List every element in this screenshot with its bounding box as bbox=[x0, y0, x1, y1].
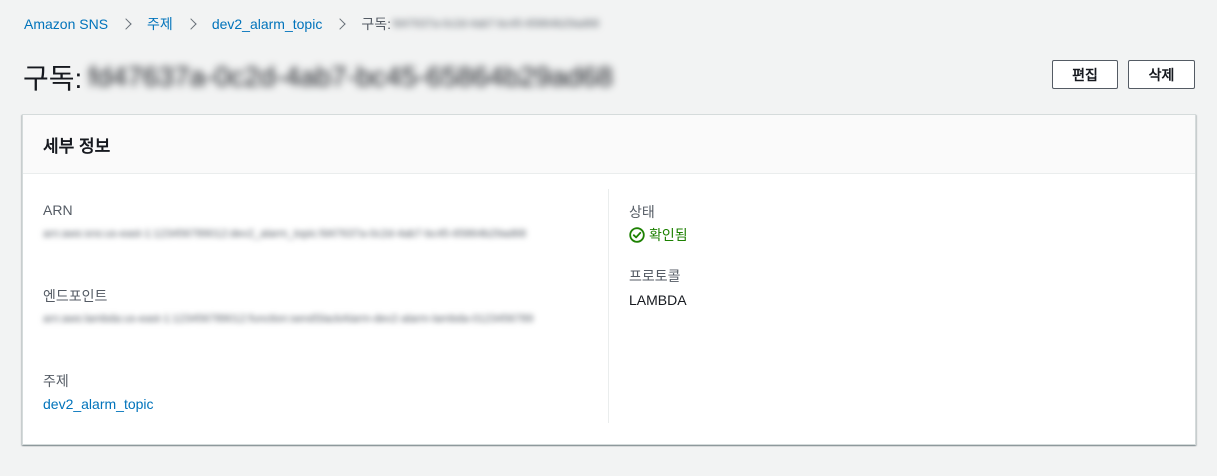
chevron-right-icon bbox=[185, 18, 197, 30]
details-panel: 세부 정보 ARN arn:aws:sns:us-east-1:12345678… bbox=[22, 114, 1196, 445]
column-divider bbox=[608, 189, 609, 423]
breadcrumb-topic-name[interactable]: dev2_alarm_topic bbox=[212, 16, 323, 32]
delete-button[interactable]: 삭제 bbox=[1128, 60, 1195, 89]
page-title: 구독: fd47637a-0c2d-4ab7-bc45-65864b29ad68 bbox=[23, 57, 613, 97]
edit-button[interactable]: 편집 bbox=[1052, 60, 1118, 89]
details-panel-body: ARN arn:aws:sns:us-east-1:123456789012:d… bbox=[23, 174, 1195, 444]
endpoint-label: 엔드포인트 bbox=[43, 288, 108, 304]
arn-value: arn:aws:sns:us-east-1:123456789012:dev2_… bbox=[43, 228, 527, 240]
arn-label: ARN bbox=[43, 202, 73, 218]
page-title-subscription-id: fd47637a-0c2d-4ab7-bc45-65864b29ad68 bbox=[88, 61, 613, 92]
status-label: 상태 bbox=[629, 204, 655, 220]
details-panel-header: 세부 정보 bbox=[23, 115, 1195, 174]
breadcrumb-topics[interactable]: 주제 bbox=[147, 14, 173, 34]
endpoint-value: arn:aws:lambda:us-east-1:123456789012:fu… bbox=[43, 313, 534, 325]
status-text: 확인됨 bbox=[649, 227, 688, 243]
status-value: 확인됨 bbox=[629, 225, 688, 245]
topic-link[interactable]: dev2_alarm_topic bbox=[43, 396, 154, 412]
chevron-right-icon bbox=[120, 18, 132, 30]
check-circle-icon bbox=[629, 227, 645, 243]
breadcrumb-current-prefix: 구독: bbox=[361, 16, 391, 32]
page-title-prefix: 구독: bbox=[23, 63, 83, 94]
breadcrumb-current-id: fd47637a-0c2d-4ab7-bc45-65864b29ad68 bbox=[392, 18, 600, 30]
chevron-right-icon bbox=[334, 18, 346, 30]
protocol-value: LAMBDA bbox=[629, 292, 687, 308]
breadcrumb: Amazon SNS 주제 dev2_alarm_topic 구독: fd476… bbox=[24, 14, 599, 34]
breadcrumb-amazon-sns[interactable]: Amazon SNS bbox=[24, 16, 108, 32]
topic-label: 주제 bbox=[43, 373, 69, 389]
protocol-label: 프로토콜 bbox=[629, 268, 681, 284]
details-panel-title: 세부 정보 bbox=[43, 136, 111, 156]
